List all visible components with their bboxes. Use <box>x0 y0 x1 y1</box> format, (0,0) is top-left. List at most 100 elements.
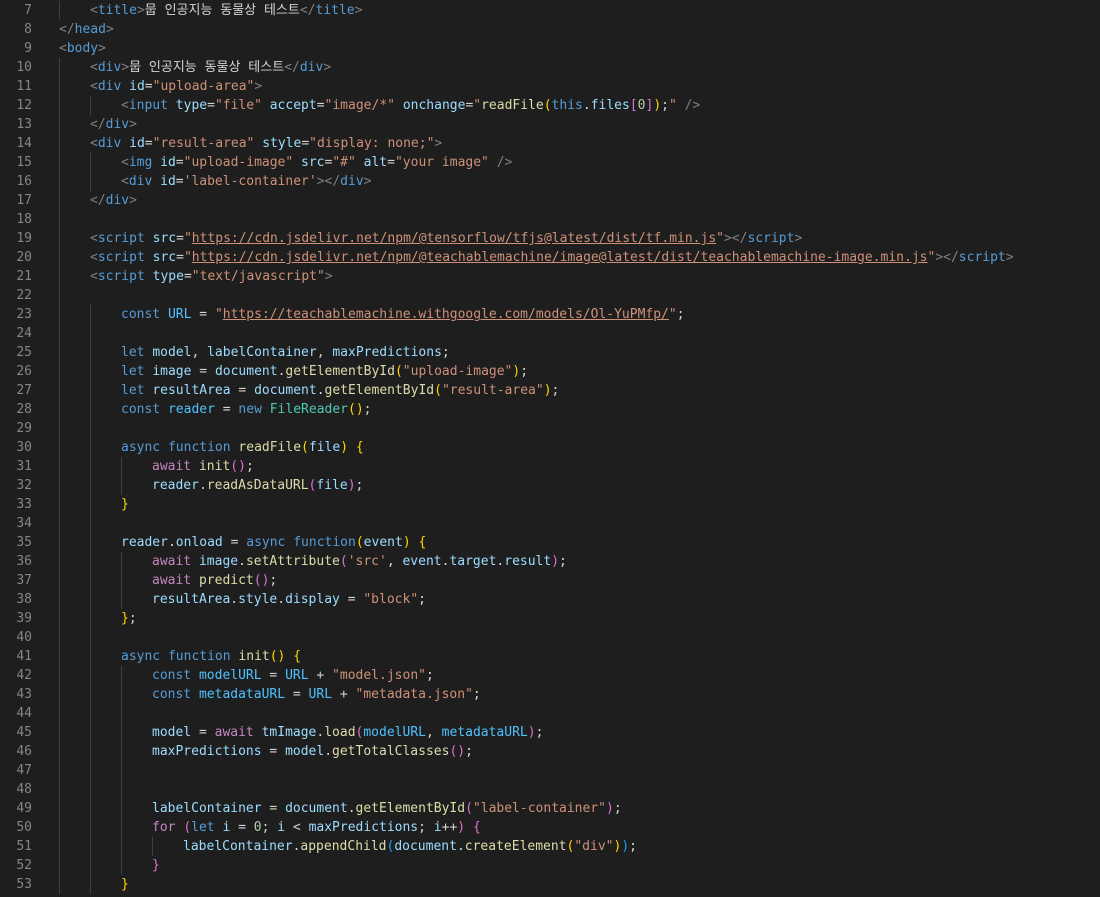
code-token: "upload-area" <box>152 79 255 94</box>
code-token: model <box>152 725 192 740</box>
code-text[interactable]: <title>뭅 인공지능 동물상 테스트</title> <box>90 1 362 20</box>
code-line: 27 let resultArea = document.getElementBy… <box>0 381 1100 400</box>
code-token: " <box>214 307 223 322</box>
code-text[interactable]: let resultArea = document.getElementById… <box>121 381 559 400</box>
code-text[interactable]: reader.onload = async function(event) { <box>121 533 426 552</box>
code-text[interactable]: resultArea.style.display = "block"; <box>152 590 426 609</box>
code-text[interactable]: <div>뭅 인공지능 동물상 테스트</div> <box>90 58 331 77</box>
code-text[interactable]: labelContainer.appendChild(document.crea… <box>183 837 637 856</box>
code-token: labelContainer <box>183 839 293 854</box>
code-token: this <box>551 98 583 113</box>
code-line: 20 <script src="https://cdn.jsdelivr.net/… <box>0 248 1100 267</box>
code-text[interactable]: } <box>121 495 129 514</box>
line-number: 35 <box>16 535 32 550</box>
line-number: 39 <box>16 611 32 626</box>
code-text[interactable]: <script type="text/javascript"> <box>90 267 333 286</box>
code-token: div <box>340 174 364 189</box>
code-token: "upload-image" <box>402 364 513 379</box>
code-text[interactable]: </div> <box>90 115 137 134</box>
code-text[interactable]: await init(); <box>152 457 254 476</box>
code-text[interactable]: await predict(); <box>152 571 277 590</box>
code-token: createElement <box>464 839 567 854</box>
code-text[interactable]: const metadataURL = URL + "metadata.json… <box>152 685 481 704</box>
code-text[interactable]: await image.setAttribute('src', event.ta… <box>152 552 567 571</box>
code-line: 49 labelContainer = document.getElementBy… <box>0 799 1100 818</box>
code-text[interactable]: for (let i = 0; i < maxPredictions; i++)… <box>152 818 481 837</box>
code-token: . <box>582 98 591 113</box>
code-token: display <box>285 592 340 607</box>
line-number: 21 <box>16 269 32 284</box>
code-text[interactable]: let model, labelContainer, maxPrediction… <box>121 343 450 362</box>
code-token: = <box>144 79 153 94</box>
code-token: = <box>261 744 286 759</box>
line-number: 8 <box>24 22 32 37</box>
code-token: > <box>254 79 263 94</box>
code-token: ) <box>653 98 662 113</box>
code-token: alt <box>363 155 388 170</box>
code-text[interactable]: }; <box>121 609 137 628</box>
code-text[interactable]: const reader = new FileReader(); <box>121 400 372 419</box>
code-token: < <box>59 41 67 56</box>
code-line: 53} <box>0 875 1100 894</box>
code-text[interactable]: <img id="upload-image" src="#" alt="your… <box>121 153 512 172</box>
code-text[interactable]: maxPredictions = model.getTotalClasses()… <box>152 742 473 761</box>
code-token: </ <box>90 117 106 132</box>
code-text[interactable]: <script src="https://cdn.jsdelivr.net/np… <box>90 248 1014 267</box>
code-text[interactable]: <body> <box>59 39 106 58</box>
code-text[interactable]: <input type="file" accept="image/*" onch… <box>121 96 700 115</box>
code-token: id <box>129 136 145 151</box>
line-number: 51 <box>16 839 32 854</box>
line-number: 34 <box>16 516 32 531</box>
code-text[interactable]: <div id="upload-area"> <box>90 77 262 96</box>
code-token: reader <box>121 535 168 550</box>
code-text[interactable]: </head> <box>59 20 114 39</box>
code-token: getElementById <box>355 801 466 816</box>
code-text[interactable]: } <box>152 856 160 875</box>
code-token: . <box>198 478 207 493</box>
code-token: head <box>74 22 106 37</box>
code-token: = <box>176 250 184 265</box>
code-token: "block" <box>363 592 419 607</box>
code-text[interactable]: let image = document.getElementById("upl… <box>121 362 528 381</box>
line-number: 42 <box>16 668 32 683</box>
line-number: 10 <box>16 60 32 75</box>
code-token: ; <box>551 383 560 398</box>
code-token: const <box>152 687 192 702</box>
code-token: = <box>230 820 254 835</box>
code-line: 36 await image.setAttribute('src', event.… <box>0 552 1100 571</box>
code-text[interactable]: </div> <box>90 191 137 210</box>
code-token: /> <box>496 155 513 170</box>
code-text[interactable]: const modelURL = URL + "model.json"; <box>152 666 434 685</box>
code-token: } <box>121 497 129 512</box>
code-token: div <box>105 117 130 132</box>
code-text[interactable]: async function readFile(file) { <box>121 438 364 457</box>
code-text[interactable]: reader.readAsDataURL(file); <box>152 476 363 495</box>
code-token: "label-container" <box>472 801 606 816</box>
code-token: + <box>308 668 333 683</box>
code-text[interactable]: <div id='label-container'></div> <box>121 172 371 191</box>
code-text[interactable]: const URL = "https://teachablemachine.wi… <box>121 305 685 324</box>
code-token: </ <box>59 22 75 37</box>
code-editor[interactable]: 7 <title>뭅 인공지능 동물상 테스트</title> 8 </head> 9 <… <box>0 1 1100 897</box>
code-text[interactable]: <script src="https://cdn.jsdelivr.net/np… <box>90 229 802 248</box>
code-token: { <box>418 535 427 550</box>
code-token: reader <box>167 402 215 417</box>
code-text[interactable]: async function init() { <box>121 647 301 666</box>
code-text[interactable]: model = await tmImage.load(modelURL, met… <box>152 723 543 742</box>
code-text[interactable]: <div id="result-area" style="display: no… <box>90 134 442 153</box>
code-text[interactable]: labelContainer = document.getElementById… <box>152 799 622 818</box>
code-token: ; <box>661 98 669 113</box>
code-token: modelURL <box>363 725 426 740</box>
code-line: 47 <box>0 761 1100 780</box>
line-number: 30 <box>16 440 32 455</box>
code-token: model <box>285 744 325 759</box>
code-token: let <box>121 364 145 379</box>
line-number: 28 <box>16 402 32 417</box>
code-token: = <box>191 364 215 379</box>
code-text[interactable]: } <box>121 875 129 894</box>
